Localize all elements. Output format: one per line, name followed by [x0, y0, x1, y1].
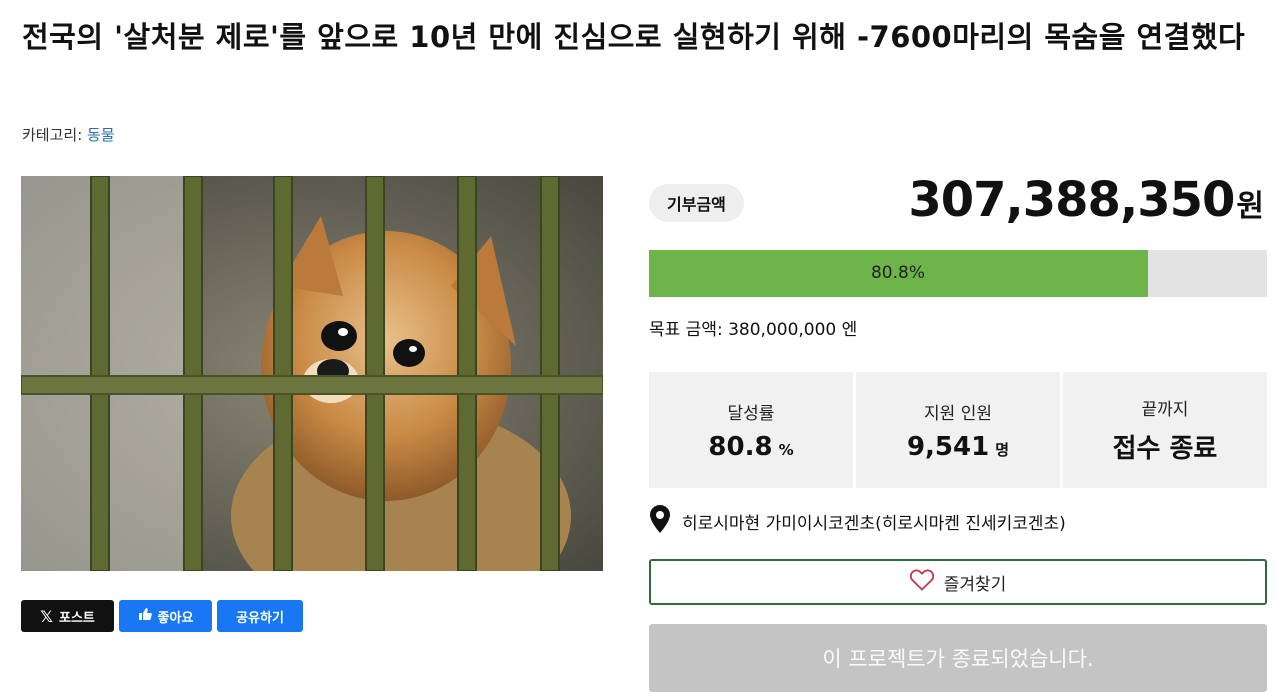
- stat-supporters: 지원 인원 9,541 명: [856, 372, 1060, 488]
- heart-icon: [909, 568, 934, 596]
- project-photo: [21, 176, 603, 571]
- donation-amount: 307,388,350 원: [908, 172, 1264, 228]
- donation-pill: 기부금액: [649, 184, 744, 222]
- project-ended-button[interactable]: 이 프로젝트가 종료되었습니다.: [649, 624, 1267, 692]
- like-label: 좋아요: [157, 610, 194, 626]
- location: 히로시마현 가미이시코겐초(히로시마켄 진세키코겐초): [650, 505, 1066, 538]
- share-button[interactable]: 공유하기: [217, 600, 303, 632]
- thumbs-up-icon: [138, 607, 152, 625]
- favorite-button[interactable]: 즐겨찾기: [649, 559, 1267, 605]
- stat-value: 접수 종료: [1112, 434, 1218, 464]
- favorite-label: 즐겨찾기: [943, 574, 1007, 595]
- stat-unit: 명: [995, 440, 1010, 459]
- page-title: 전국의 '살처분 제로'를 앞으로 10년 만에 진심으로 실현하기 위해 -7…: [22, 20, 1246, 54]
- x-post-button[interactable]: 𝕏 포스트: [21, 600, 114, 632]
- stat-label: 달성률: [727, 403, 775, 424]
- category: 카테고리: 동물: [22, 124, 115, 145]
- amount-unit: 원: [1236, 189, 1264, 224]
- stat-unit: %: [778, 440, 794, 459]
- x-logo-icon: 𝕏: [40, 606, 53, 626]
- location-text: 히로시마현 가미이시코겐초(히로시마켄 진세키코겐초): [682, 514, 1066, 534]
- stat-value: 80.8: [708, 431, 773, 462]
- progress-bar: 80.8%: [649, 250, 1267, 297]
- amount-value: 307,388,350: [908, 172, 1235, 228]
- stat-achievement: 달성률 80.8%: [649, 372, 853, 488]
- puppy-image: [21, 176, 603, 571]
- category-label: 카테고리:: [22, 126, 83, 144]
- goal-amount: 목표 금액: 380,000,000 엔: [649, 320, 858, 340]
- stat-deadline: 끝까지 접수 종료: [1063, 372, 1267, 488]
- stats-panel: 달성률 80.8% 지원 인원 9,541 명 끝까지 접수 종료: [649, 372, 1267, 488]
- x-post-label: 포스트: [59, 610, 95, 626]
- stat-label: 끝까지: [1141, 400, 1189, 420]
- share-row: 𝕏 포스트 좋아요 공유하기: [21, 600, 303, 632]
- share-label: 공유하기: [236, 610, 284, 626]
- stat-value: 9,541: [906, 431, 990, 462]
- map-pin-icon: [650, 505, 670, 538]
- facebook-like-button[interactable]: 좋아요: [119, 600, 212, 632]
- progress-label: 80.8%: [870, 263, 925, 283]
- category-link[interactable]: 동물: [87, 126, 115, 144]
- stat-label: 지원 인원: [924, 403, 992, 424]
